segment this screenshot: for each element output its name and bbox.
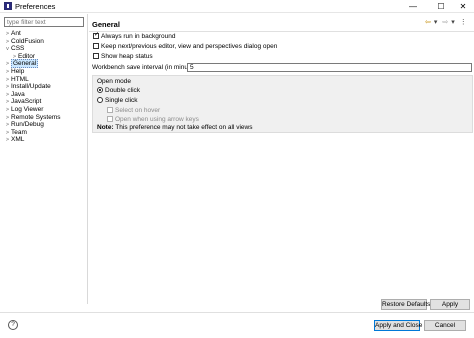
tree-item-coldfusion[interactable]: > ColdFusion <box>4 38 86 46</box>
radio-label: Single click <box>105 97 138 104</box>
tree-item-ant[interactable]: > Ant <box>4 30 86 38</box>
footer-divider <box>0 312 474 313</box>
open-mode-title: Open mode <box>97 78 131 85</box>
tree-item-label: Run/Debug <box>11 121 44 129</box>
save-interval-label: Workbench save interval (in minutes): <box>92 64 201 71</box>
open-with-arrow-keys-option: Open when using arrow keys <box>107 116 199 124</box>
radio[interactable] <box>97 97 103 103</box>
checkbox[interactable] <box>93 43 99 49</box>
tree-item-label: Remote Systems <box>11 113 61 121</box>
app-icon <box>4 2 12 10</box>
checkbox-disabled <box>107 116 113 122</box>
restore-defaults-button[interactable]: Restore Defaults <box>381 299 430 310</box>
checkbox-label: Select on hover <box>115 107 161 114</box>
open-mode-note: Note: This preference may not take effec… <box>97 124 252 131</box>
forward-arrow-icon[interactable]: ⇨ <box>442 18 448 26</box>
minimize-button[interactable]: — <box>402 0 424 13</box>
checkbox-checked[interactable] <box>93 31 99 39</box>
tree-item-label: XML <box>11 136 25 144</box>
help-icon[interactable]: ? <box>8 320 18 330</box>
tree-item-html[interactable]: > HTML <box>4 76 86 84</box>
apply-and-close-button[interactable]: Apply and Close <box>374 320 422 331</box>
tree-item-run-debug[interactable]: > Run/Debug <box>4 121 86 129</box>
page-nav: ⇦ ▾ ⇨ ▾ ⋮ <box>425 18 470 28</box>
apply-button[interactable]: Apply <box>430 299 470 310</box>
tree-item-label: Install/Update <box>11 83 51 91</box>
close-button[interactable]: ✕ <box>452 0 474 13</box>
header-divider <box>89 31 474 32</box>
tree-item-label: Ant <box>11 30 21 37</box>
tree-item-label: Help <box>11 67 25 75</box>
tree-item-help[interactable]: > Help <box>4 68 86 76</box>
tree-item-label: Java <box>11 90 25 98</box>
more-options-icon[interactable]: ⋮ <box>460 18 467 26</box>
tree-item-remote-systems[interactable]: > Remote Systems <box>4 114 86 122</box>
title-bar: Preferences — ☐ ✕ <box>0 0 474 13</box>
select-on-hover-option: Select on hover <box>107 107 160 115</box>
always-run-background-option[interactable]: Always run in background <box>93 31 176 41</box>
preference-page: General ⇦▾ ⇨▾ ⋮ Always run in background… <box>89 14 474 310</box>
forward-menu-icon[interactable]: ▾ <box>451 18 455 26</box>
show-heap-status-option[interactable]: Show heap status <box>93 53 153 61</box>
double-click-option[interactable]: Double click <box>97 87 140 95</box>
tree-item-label: JavaScript <box>11 98 42 106</box>
save-interval-input[interactable]: 5 <box>187 63 472 72</box>
tree-item-java[interactable]: > Java <box>4 91 86 99</box>
tree-item-label: HTML <box>11 75 29 83</box>
tree-item-javascript[interactable]: > JavaScript <box>4 98 86 106</box>
maximize-button[interactable]: ☐ <box>430 0 452 13</box>
checkbox-label: Show heap status <box>101 53 153 60</box>
tree-item-log-viewer[interactable]: > Log Viewer <box>4 106 86 114</box>
checkbox-disabled <box>107 107 113 113</box>
preferences-nav: >Ant >ColdFusion vCSS >Editor >General >… <box>0 14 88 304</box>
tree-item-xml[interactable]: > XML <box>4 136 86 144</box>
filter-input[interactable] <box>4 17 84 27</box>
tree-item-label: CSS <box>11 45 25 53</box>
checkbox-label: Keep next/previous editor, view and pers… <box>101 43 278 50</box>
keep-dialog-open-option[interactable]: Keep next/previous editor, view and pers… <box>93 43 277 51</box>
tree-item-install-update[interactable]: > Install/Update <box>4 83 86 91</box>
checkbox-label: Open when using arrow keys <box>115 116 199 123</box>
radio-label: Double click <box>105 87 141 94</box>
window-title: Preferences <box>15 2 56 11</box>
expand-icon[interactable]: > <box>4 137 11 145</box>
tree-item-label: Log Viewer <box>11 105 44 113</box>
single-click-option[interactable]: Single click <box>97 97 138 105</box>
tree-item-label: Team <box>11 128 27 136</box>
tree-item-label: ColdFusion <box>11 37 44 45</box>
tree-item-team[interactable]: > Team <box>4 129 86 137</box>
tree-item-css[interactable]: v CSS <box>4 45 86 53</box>
note-prefix: Note: <box>97 124 114 131</box>
tree-item-general[interactable]: > General <box>4 59 86 69</box>
note-text: This preference may not take effect on a… <box>113 124 253 131</box>
checkbox[interactable] <box>93 53 99 59</box>
page-title: General <box>92 20 120 29</box>
back-arrow-icon[interactable]: ⇦ <box>425 18 431 26</box>
back-menu-icon[interactable]: ▾ <box>434 18 438 26</box>
preferences-tree: > Ant > ColdFusion v CSS > Editor > General >… <box>4 30 86 144</box>
open-mode-group: Open mode Double click Single click Sele… <box>92 75 473 133</box>
cancel-button[interactable]: Cancel <box>424 320 466 331</box>
checkbox-label: Always run in background <box>101 33 176 40</box>
radio-selected[interactable] <box>97 87 103 93</box>
